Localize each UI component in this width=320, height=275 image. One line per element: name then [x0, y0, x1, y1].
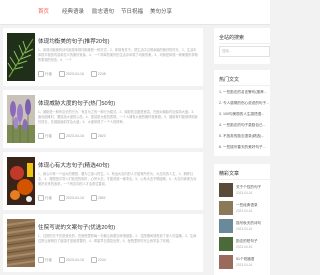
user-icon	[38, 257, 44, 263]
sidebar-recommended-widget: 精彩文章 关于个性的句子 2023-04-16 一些经典语录 2023-04-1…	[214, 164, 270, 275]
post-views: 2248	[97, 71, 106, 76]
recommended-date: 2023-04-16	[236, 209, 253, 213]
recommended-title[interactable]: 一些经典语录	[236, 203, 270, 208]
top-nav: 首页 经典语录 励志语句 节日祝福 美句分享	[0, 0, 270, 25]
hot-post-link[interactable]: 1. 一些励志的名言警句(推荐...	[219, 90, 270, 95]
post-views: 2244	[97, 257, 106, 262]
post-meta: 行者 2023-04-16 2820	[38, 133, 112, 139]
search-input[interactable]: 搜索...	[219, 46, 270, 57]
post-meta: 行者 2023-04-16 2244	[38, 257, 112, 263]
divider	[219, 179, 270, 180]
nav-inspirational[interactable]: 励志语句	[92, 7, 114, 15]
divider	[219, 85, 270, 86]
post-card[interactable]: 体现均衡美的句子(推荐20句) 1、体现均衡美的诗句就是体现均衡美的一种方式。2…	[3, 28, 203, 86]
user-icon	[38, 133, 44, 139]
post-title[interactable]: 体现均衡美的句子(推荐20句)	[38, 37, 109, 45]
sidebar-hot-widget: 热门文文 1. 一些励志的名言警句(推荐... 2. 令人感慨的伤心说说的句子.…	[214, 70, 270, 156]
nav-home[interactable]: 首页	[38, 7, 49, 15]
recommended-thumbnail[interactable]	[219, 255, 233, 269]
nav-sentence-share[interactable]: 美句分享	[150, 7, 172, 15]
hot-post-link[interactable]: 6. 一些描写春天的美好句子...	[219, 145, 270, 150]
post-views: 2820	[97, 133, 106, 138]
eye-icon	[90, 195, 97, 201]
post-card[interactable]: 住院写说的文案句子(优选20句) 1、住院的日子总是漫长的，在医院里的每一天都让…	[3, 214, 203, 272]
hot-post-link[interactable]: 4. 一些励志的句子激励自己...	[219, 123, 270, 128]
post-date: 2023-04-16	[65, 71, 84, 76]
recommended-thumbnail[interactable]	[219, 237, 233, 251]
user-icon	[38, 71, 44, 77]
hot-post-link[interactable]: 3. 100句美丽的人生感悟语...	[219, 112, 270, 117]
post-meta: 行者 2023-04-16 2248	[38, 71, 112, 77]
post-thumbnail-fern[interactable]	[7, 33, 35, 81]
post-excerpt: 1、威胁是一种有意识的行为，有意为之的一种行为模式。2、威胁的意图是宽容，在面对…	[38, 110, 198, 125]
nav-holiday-greetings[interactable]: 节日祝福	[121, 7, 143, 15]
post-title[interactable]: 住院写说的文案句子(优选20句)	[38, 223, 115, 231]
post-thumbnail-food[interactable]	[7, 157, 35, 205]
post-date: 2023-04-16	[65, 257, 84, 262]
post-author: 行者	[45, 195, 52, 200]
post-author: 行者	[45, 71, 52, 76]
nav-classic-quotes[interactable]: 经典语录	[62, 7, 84, 15]
post-excerpt: 1、我心中有一个远大的理想，要为之奋斗终生。2、有远大志向的人才能有所作为，大志…	[38, 172, 197, 187]
post-title[interactable]: 体现威胁大度的句子(热门50句)	[38, 99, 115, 107]
recommended-thumbnail[interactable]	[219, 183, 233, 197]
clock-icon	[58, 257, 65, 263]
post-date: 2023-04-16	[65, 133, 84, 138]
hot-post-link[interactable]: 5. 不放弃的励志语录(精选)...	[219, 134, 270, 139]
clock-icon	[58, 195, 65, 201]
eye-icon	[90, 257, 97, 263]
widget-title: 热门文文	[219, 77, 240, 83]
widget-title: 全站的搜索	[219, 35, 245, 41]
eye-icon	[90, 71, 97, 77]
post-title[interactable]: 体现心有大志句子(精选40句)	[38, 161, 109, 169]
post-views: 2852	[97, 195, 106, 200]
post-author: 行者	[45, 133, 52, 138]
post-thumbnail-lavender[interactable]	[7, 95, 35, 143]
eye-icon	[90, 133, 97, 139]
recommended-date: 2023-04-16	[236, 245, 253, 249]
post-thumbnail-texture[interactable]	[7, 219, 35, 267]
sidebar-search-widget: 全站的搜索 搜索...	[214, 28, 270, 64]
recommended-title[interactable]: 励志的短句子	[236, 239, 270, 244]
recommended-title[interactable]: 关于个性的句子	[236, 185, 270, 190]
recommended-date: 2023-04-16	[236, 191, 253, 195]
clock-icon	[58, 71, 65, 77]
post-author: 行者	[45, 257, 52, 262]
recommended-thumbnail[interactable]	[219, 201, 233, 215]
widget-title: 精彩文章	[219, 171, 240, 177]
post-date: 2023-04-16	[65, 195, 84, 200]
user-icon	[38, 195, 44, 201]
recommended-date: 2023-04-16	[236, 227, 253, 231]
divider	[219, 43, 270, 44]
recommended-title[interactable]: 描写秋天的诗句	[236, 221, 270, 226]
post-meta: 行者 2023-04-16 2852	[38, 195, 112, 201]
post-excerpt: 1、体现均衡美的诗句就是体现均衡美的一种方式。2、体现有关于；把生活中过得幸福的…	[38, 48, 198, 63]
post-excerpt: 1、住院的日子总是漫长的，在医院里的每一天都让我更加珍惜健康。2、住院期间感受到…	[38, 234, 197, 244]
hot-post-link[interactable]: 2. 令人感慨的伤心说说的句子...	[219, 101, 270, 106]
post-card[interactable]: 体现心有大志句子(精选40句) 1、我心中有一个远大的理想，要为之奋斗终生。2、…	[3, 152, 203, 210]
recommended-date: 2023-04-16	[236, 263, 253, 267]
clock-icon	[58, 133, 65, 139]
post-card[interactable]: 体现威胁大度的句子(热门50句) 1、威胁是一种有意识的行为，有意为之的一种行为…	[3, 90, 203, 148]
recommended-thumbnail[interactable]	[219, 219, 233, 233]
recommended-title[interactable]: 51个祝福语	[236, 257, 270, 262]
